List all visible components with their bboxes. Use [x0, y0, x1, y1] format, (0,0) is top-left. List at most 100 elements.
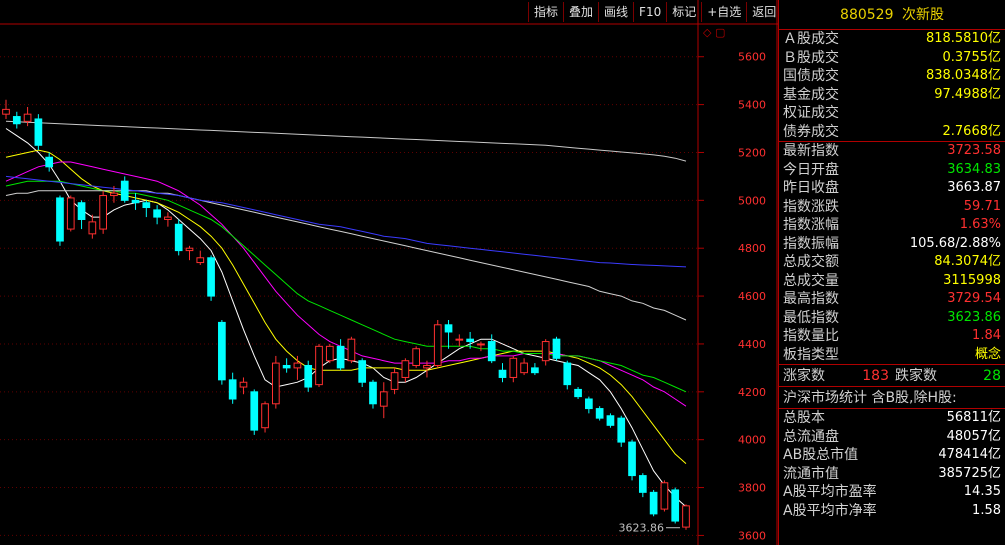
candle-up [433, 324, 442, 366]
row-label: 债券成交 [783, 123, 839, 140]
candle-up [390, 372, 399, 390]
y-tick-label: 3800 [738, 482, 766, 495]
candle-up [23, 113, 32, 122]
candle-down [649, 491, 658, 515]
toolbar-button-0[interactable]: 指标 [528, 2, 563, 22]
toolbar-button-6[interactable]: 返回 [746, 2, 783, 22]
candle-down [638, 475, 647, 493]
candle-up [520, 362, 528, 374]
candle-up [261, 403, 269, 429]
row-value: 14.35 [963, 484, 1001, 499]
candle-up [325, 345, 334, 362]
y-tick-label: 4200 [738, 386, 766, 399]
row-label: 今日开盘 [783, 161, 839, 178]
toolbar-button-1[interactable]: 叠加 [563, 2, 598, 22]
volume-row: 权证成交 [779, 104, 1005, 123]
row-value: 概念 [974, 346, 1001, 362]
candle-up [196, 257, 205, 264]
market-row: A股平均市盈率 14.35 [779, 483, 1005, 502]
quote-row: 指数涨幅 1.63% [779, 216, 1005, 235]
quote-row: 指数涨跌 59.71 [779, 198, 1005, 217]
row-value: 385725亿 [938, 465, 1001, 481]
fall-label: 跌家数 [895, 368, 937, 384]
candle-down [56, 197, 64, 242]
quote-section: 最新指数 3723.58 今日开盘 3634.83 昨日收盘 3663.87 指数涨跌 59.… [779, 142, 1005, 365]
toolbar-button-5[interactable]: +自选 [701, 2, 746, 22]
market-row: A股平均市净率 1.58 [779, 502, 1005, 521]
candle-up [401, 360, 410, 378]
ma-line-ma60 [5, 190, 687, 321]
row-label: 指数量比 [783, 328, 839, 344]
row-value: 3623.86 [947, 309, 1001, 325]
row-label: 指数涨跌 [783, 198, 839, 215]
kline-svg[interactable]: 3600 3800 4000 4200 4400 4600 4800 5000 5200 5400… [0, 0, 778, 545]
candle-down [12, 116, 21, 125]
candle-up [477, 343, 485, 346]
row-value: 48057亿 [946, 428, 1001, 444]
row-value: 105.68/2.88% [909, 235, 1001, 251]
candle-down [617, 417, 626, 443]
candle-up [66, 197, 75, 230]
candle-down [628, 441, 636, 477]
index-code: 880529 [840, 7, 894, 23]
quote-row: 昨日收盘 3663.87 [779, 179, 1005, 198]
candle-down [466, 338, 474, 343]
quote-row: 总成交量 3115998 [779, 272, 1005, 291]
candle-down [358, 360, 367, 383]
candle-down [131, 199, 140, 204]
candle-up [682, 505, 690, 528]
quote-row: 最新指数 3723.58 [779, 142, 1005, 161]
candle-up [315, 345, 323, 386]
quote-row: 今日开盘 3634.83 [779, 161, 1005, 180]
candle-up [164, 216, 172, 220]
y-tick-label: 4800 [738, 242, 766, 255]
row-label: Ａ股成交 [783, 31, 839, 47]
row-label: 总成交额 [783, 254, 839, 270]
index-info-panel: 880529 次新股 Ａ股成交 818.5810亿 Ｂ股成交 0.3755亿 国债成交 8… [778, 0, 1005, 545]
toolbar-button-4[interactable]: 标记 [666, 2, 701, 22]
y-tick-label: 3600 [738, 529, 766, 542]
volume-row: 基金成交 97.4988亿 [779, 86, 1005, 105]
row-value: 56811亿 [946, 410, 1001, 425]
kline-chart[interactable]: 3600 3800 4000 4200 4400 4600 4800 5000 5200 5400… [0, 0, 783, 545]
candle-down [444, 324, 453, 333]
candle-down [531, 367, 539, 374]
row-value: 3634.83 [947, 161, 1001, 177]
row-label: 昨日收盘 [783, 180, 839, 196]
candle-up [110, 192, 118, 197]
candle-down [563, 362, 572, 386]
toolbar-button-3[interactable]: F10 [633, 2, 666, 22]
ma-line-ma10 [5, 149, 687, 464]
quote-row: 总成交额 84.3074亿 [779, 253, 1005, 272]
candle-down [174, 223, 183, 252]
row-value: 3663.87 [947, 180, 1001, 195]
row-value: 3723.58 [947, 143, 1001, 158]
chart-corner-icons[interactable]: ◇ ▢ [703, 26, 725, 39]
toolbar-button-2[interactable]: 画线 [598, 2, 633, 22]
candle-down [304, 364, 313, 388]
y-tick-label: 5000 [738, 194, 766, 207]
market-row: 流通市值 385725亿 [779, 465, 1005, 484]
row-label: AB股总市值 [783, 447, 859, 463]
candle-down [595, 408, 604, 419]
candle-up [509, 357, 518, 378]
index-name: 次新股 [901, 7, 944, 23]
rise-label: 涨家数 [783, 368, 825, 384]
candle-up [423, 364, 431, 369]
candle-down [574, 388, 582, 398]
row-label: 总流通盘 [783, 428, 839, 445]
candle-down [45, 156, 54, 168]
row-value: 3115998 [943, 272, 1001, 288]
candle-down [671, 489, 680, 522]
volume-row: 国债成交 838.0348亿 [779, 67, 1005, 86]
quote-row: 指数量比 1.84 [779, 327, 1005, 346]
row-label: 总成交量 [783, 272, 839, 289]
row-label: 流通市值 [783, 465, 839, 482]
candle-down [153, 209, 161, 218]
row-value: 478414亿 [938, 447, 1001, 462]
candle-down [228, 379, 237, 400]
candle-up [412, 348, 421, 366]
volume-row: 债券成交 2.7668亿 [779, 123, 1005, 142]
panel-title: 880529 次新股 [779, 0, 1005, 30]
row-label: Ｂ股成交 [783, 49, 839, 66]
